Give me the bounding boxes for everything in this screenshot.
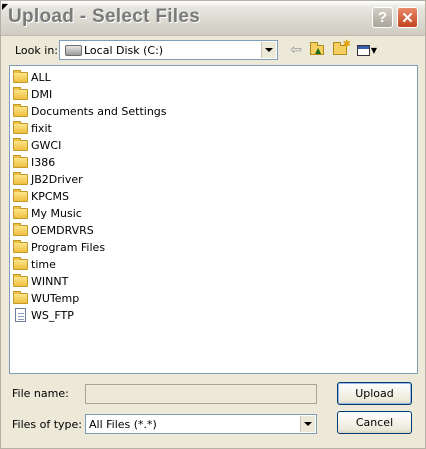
file-list[interactable]: ALL DMI Documents and Settings fixit GWC… [9,65,418,374]
folder-icon [13,188,28,202]
cancel-button[interactable]: Cancel [337,411,412,434]
title-bar[interactable]: ◤ Upload - Select Files ? ✕ [1,1,425,36]
close-icon: ✕ [401,9,414,27]
view-list-icon [356,44,370,56]
upload-button[interactable]: Upload [337,382,412,405]
list-item[interactable]: WS_FTP [13,307,74,323]
list-item[interactable]: time [13,256,56,272]
folder-icon [13,69,28,83]
files-of-type-dropdown[interactable]: All Files (*.*) [85,414,317,434]
help-icon: ? [377,9,388,26]
view-menu-button[interactable]: ▼ [353,41,381,59]
list-item[interactable]: fixit [13,120,52,136]
new-folder-button[interactable]: ✱ [330,39,351,59]
list-item[interactable]: I386 [13,154,55,170]
folder-icon [13,86,28,100]
close-button[interactable]: ✕ [397,7,418,28]
list-item[interactable]: WUTemp [13,290,79,306]
dropdown-arrow-icon: ▼ [370,45,378,55]
folder-icon [13,137,28,151]
files-of-type-label: Files of type: [12,418,83,431]
up-one-level-button[interactable]: ▲ [307,41,327,59]
chevron-down-icon[interactable] [300,416,315,432]
up-folder-icon: ▲ [310,42,324,55]
list-item[interactable]: Program Files [13,239,105,255]
list-item[interactable]: ALL [13,69,51,85]
list-item[interactable]: WINNT [13,273,68,289]
folder-icon [13,273,28,287]
help-button[interactable]: ? [372,7,393,28]
back-button[interactable]: ⇦ [286,41,306,59]
list-item[interactable]: DMI [13,86,52,102]
look-in-label: Look in: [15,44,58,57]
folder-icon [13,154,28,168]
folder-icon [13,103,28,117]
folder-icon [13,256,28,270]
folder-icon [13,171,28,185]
folder-icon [13,120,28,134]
folder-icon [13,239,28,253]
chevron-down-icon[interactable] [261,42,276,58]
upload-dialog: ◤ Upload - Select Files ? ✕ Look in: Loc… [0,0,426,449]
window-title: Upload - Select Files [8,6,201,27]
new-folder-icon: ✱ [333,39,351,55]
list-item[interactable]: My Music [13,205,82,221]
list-item[interactable]: JB2Driver [13,171,83,187]
folder-icon [13,222,28,236]
list-item[interactable]: GWCI [13,137,61,153]
file-name-input[interactable] [85,384,317,404]
files-of-type-value: All Files (*.*) [89,418,157,431]
back-arrow-icon: ⇦ [290,42,302,58]
look-in-value: Local Disk (C:) [84,44,164,57]
folder-icon [13,290,28,304]
file-name-label: File name: [12,387,69,400]
list-item[interactable]: Documents and Settings [13,103,167,119]
list-item[interactable]: OEMDRVRS [13,222,94,238]
document-icon [15,308,26,322]
hard-drive-icon [65,45,82,56]
list-item[interactable]: KPCMS [13,188,69,204]
look-in-dropdown[interactable]: Local Disk (C:) [59,40,278,60]
folder-icon [13,205,28,219]
